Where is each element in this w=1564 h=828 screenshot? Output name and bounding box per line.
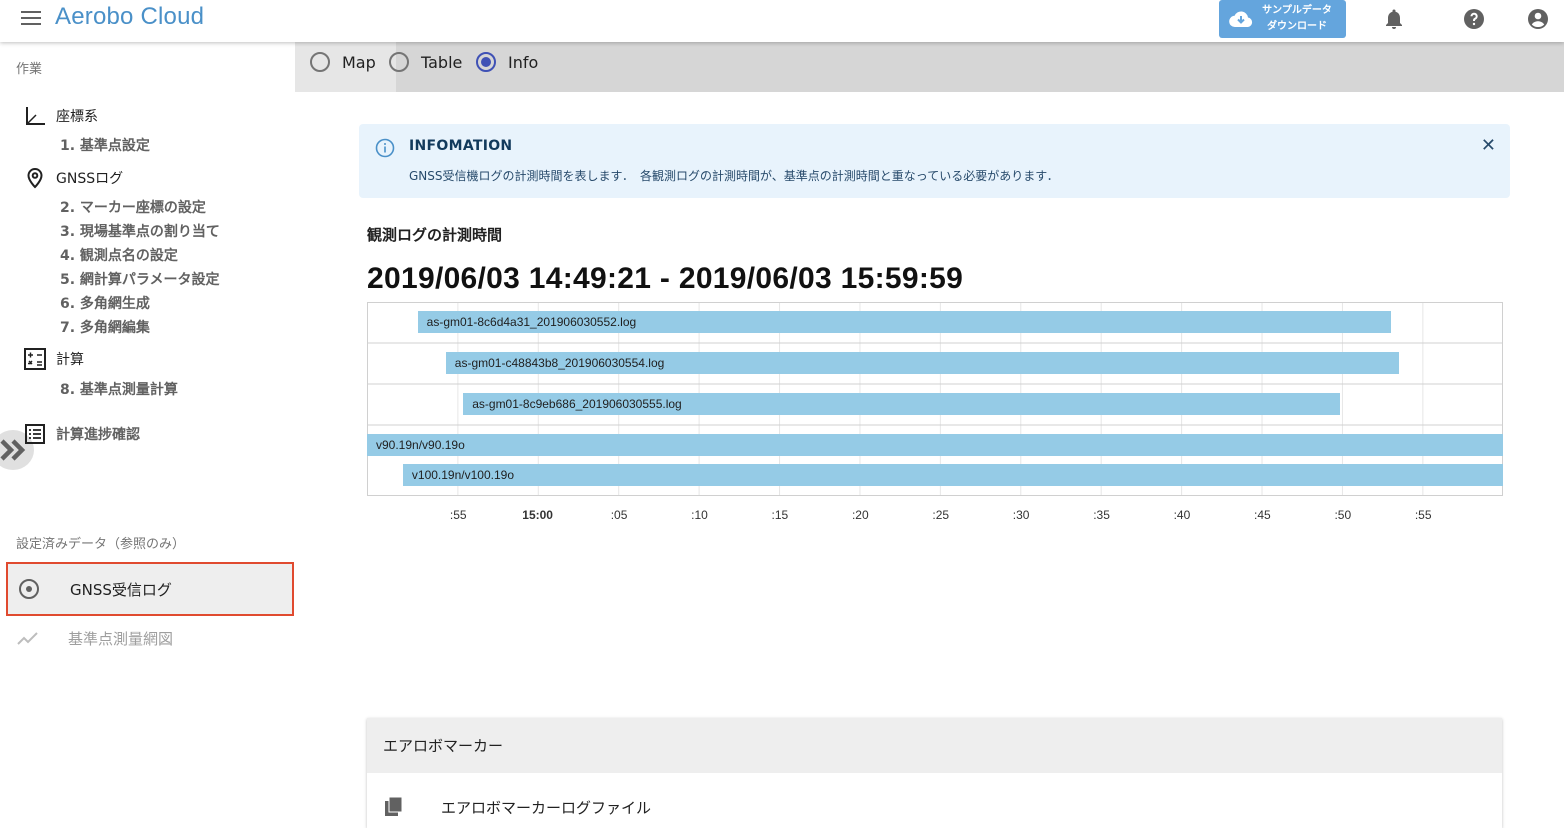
radio-table[interactable]: Table <box>389 52 462 72</box>
sidebar-step-3[interactable]: 3. 現場基準点の割り当て <box>60 221 220 241</box>
timeline-chart: as-gm01-8c6d4a31_201906030552.log as-gm01… <box>367 302 1503 536</box>
radio-map[interactable]: Map <box>310 52 376 72</box>
x-tick-label: :30 <box>1012 508 1030 522</box>
sidebar-group-label: 座標系 <box>56 109 98 125</box>
reference-item-label: 基準点測量網図 <box>68 629 174 648</box>
location-pin-icon <box>27 167 43 189</box>
marker-card-title[interactable]: エアロボマーカー <box>367 718 1502 773</box>
help-icon[interactable] <box>1462 7 1486 31</box>
radio-target-icon <box>19 579 39 599</box>
radio-label-info: Info <box>508 52 539 72</box>
account-icon[interactable] <box>1526 7 1550 31</box>
sidebar-step-1[interactable]: 1. 基準点設定 <box>60 135 150 155</box>
radio-circle[interactable] <box>310 52 330 72</box>
x-tick-label: :25 <box>932 508 950 522</box>
sidebar-step-6[interactable]: 6. 多角網生成 <box>60 293 150 313</box>
file-copy-icon <box>385 796 403 816</box>
x-tick-label: :45 <box>1254 508 1271 522</box>
x-tick-label: :55 <box>1414 508 1432 522</box>
bell-icon[interactable] <box>1382 7 1406 31</box>
radio-circle[interactable] <box>389 52 409 72</box>
radio-label-table: Table <box>421 52 463 72</box>
radio-label-map: Map <box>342 52 376 72</box>
double-chevron-right-icon <box>0 439 26 461</box>
sidebar-group-label: 計算 <box>56 352 84 368</box>
view-switch-bar: Map Table Info <box>295 42 1564 92</box>
x-tick-label: :05 <box>610 508 628 522</box>
x-tick-label: :10 <box>691 508 708 522</box>
section-label-work: 作業 <box>16 62 43 77</box>
sidebar-group-progress[interactable]: 計算進捗確認 <box>24 424 140 444</box>
sidebar-group-calculation[interactable]: 計算 <box>24 348 84 370</box>
download-label-line2: ダウンロード <box>1267 21 1327 32</box>
x-tick-label: :55 <box>449 508 467 522</box>
trend-line-icon <box>17 632 38 645</box>
timeline-bar[interactable]: as-gm01-8c9eb686_201906030555.log <box>463 393 1340 415</box>
marker-log-file-row[interactable]: エアロボマーカーログファイル <box>383 796 651 818</box>
sidebar-step-5[interactable]: 5. 網計算パラメータ設定 <box>60 269 220 289</box>
cloud-download-icon <box>1229 11 1253 28</box>
alert-message: GNSS受信機ログの計測時間を表します． 各観測ログの計測時間が、基準点の計測時… <box>409 169 1059 183</box>
x-tick-label: :15 <box>771 508 789 522</box>
sidebar-group-label: GNSSログ <box>56 171 124 187</box>
radio-info[interactable]: Info <box>476 52 538 72</box>
timeline-bar[interactable]: as-gm01-c48843b8_201906030554.log <box>445 352 1399 374</box>
sidebar-step-4[interactable]: 4. 観測点名の設定 <box>60 245 178 265</box>
timeline-bar[interactable]: v90.19n/v90.19o <box>367 434 1503 456</box>
reference-item-network-diagram[interactable]: 基準点測量網図 <box>16 624 173 652</box>
calculator-icon <box>24 348 46 370</box>
reference-item-label: GNSS受信ログ <box>70 580 172 599</box>
marker-card: エアロボマーカー エアロボマーカーログファイル <box>367 718 1502 828</box>
list-icon <box>25 424 45 444</box>
sidebar-step-8[interactable]: 8. 基準点測量計算 <box>60 379 178 399</box>
section-label-reference: 設定済みデータ（参照のみ） <box>16 537 186 552</box>
sample-data-download-button[interactable]: サンプルデータ ダウンロード <box>1219 0 1346 38</box>
chart-heading: 観測ログの計測時間 <box>367 226 503 244</box>
x-tick-label: :50 <box>1334 508 1352 522</box>
radio-circle-selected[interactable] <box>476 52 496 72</box>
download-label-line1: サンプルデータ <box>1262 5 1332 16</box>
info-icon <box>375 138 395 158</box>
timeline-bar[interactable]: as-gm01-8c6d4a31_201906030552.log <box>417 311 1391 333</box>
axis-icon <box>26 107 45 125</box>
sidebar-group-coordinate-system[interactable]: 座標系 <box>24 106 98 126</box>
sidebar-step-2[interactable]: 2. マーカー座標の設定 <box>60 197 206 217</box>
app-bar: Aerobo Cloud サンプルデータ ダウンロード <box>0 0 1564 42</box>
timeline-bar[interactable]: v100.19n/v100.19o <box>402 464 1503 486</box>
x-tick-label: :40 <box>1173 508 1191 522</box>
alert-title: INFOMATION <box>409 138 513 154</box>
sidebar-group-label: 計算進捗確認 <box>56 427 140 443</box>
menu-icon[interactable] <box>21 11 41 27</box>
x-tick-label: :20 <box>851 508 869 522</box>
marker-log-file-label: エアロボマーカーログファイル <box>441 798 652 817</box>
sidebar-step-7[interactable]: 7. 多角網編集 <box>60 317 150 337</box>
info-alert: INFOMATION GNSS受信機ログの計測時間を表します． 各観測ログの計測… <box>359 124 1510 198</box>
time-range: 2019/06/03 14:49:21 - 2019/06/03 15:59:5… <box>367 262 964 295</box>
x-tick-label: :35 <box>1093 508 1110 522</box>
sidebar-group-gnss-log[interactable]: GNSSログ <box>24 167 123 189</box>
reference-item-gnss-log[interactable]: GNSS受信ログ <box>6 562 294 616</box>
app-title[interactable]: Aerobo Cloud <box>55 3 204 31</box>
x-tick-label: 15:00 <box>522 508 553 522</box>
sidebar: 作業 座標系 1. 基準点設定 GNSSログ 2. マーカー座標の設定 3. 現… <box>0 42 295 817</box>
close-icon[interactable]: ✕ <box>1481 137 1496 155</box>
